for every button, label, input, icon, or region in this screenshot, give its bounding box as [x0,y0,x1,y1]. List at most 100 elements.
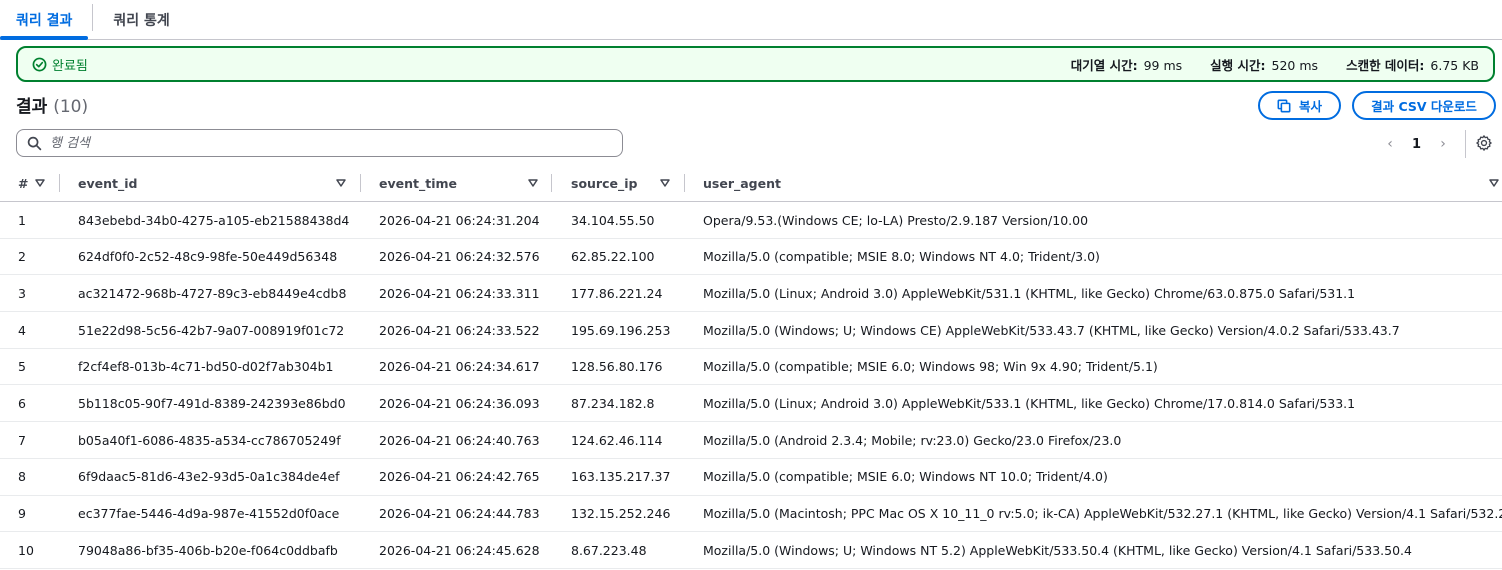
column-divider[interactable] [59,174,60,192]
event-time-cell: 2026-04-21 06:24:31.204 [379,212,540,228]
gear-icon[interactable] [1475,134,1493,152]
metric-label: 실행 시간: [1210,57,1266,73]
column-header-event-time[interactable]: event_time [379,164,457,202]
metric-value: 6.75 KB [1430,57,1479,73]
user-agent-cell: Mozilla/5.0 (Windows; U; Windows NT 5.2)… [703,542,1412,558]
user-agent-cell: Mozilla/5.0 (Linux; Android 3.0) AppleWe… [703,285,1356,301]
source-ip-cell: 8.67.223.48 [571,542,647,558]
row-number: 10 [18,542,34,558]
row-number: 6 [18,395,26,411]
event-id-cell: 624df0f0-2c52-48c9-98fe-50e449d56348 [78,249,338,265]
event-id-cell: b05a40f1-6086-4835-a534-cc786705249f [78,432,341,448]
event-time-cell: 2026-04-21 06:24:36.093 [379,395,540,411]
query-metrics: 대기열 시간: 99 ms 실행 시간: 520 ms 스캔한 데이터: 6.75 K… [1071,55,1479,74]
column-header-number[interactable]: # [18,164,28,202]
source-ip-cell: 128.56.80.176 [571,359,663,375]
status-banner: 완료됨 대기열 시간: 99 ms 실행 시간: 520 ms 스캔한 데이터: 6.… [16,46,1495,82]
run-time-metric: 실행 시간: 520 ms [1210,55,1318,74]
user-agent-cell: Mozilla/5.0 (compatible; MSIE 8.0; Windo… [703,249,1100,265]
user-agent-cell: Mozilla/5.0 (Windows; U; Windows CE) App… [703,322,1400,338]
source-ip-cell: 195.69.196.253 [571,322,671,338]
sort-down-icon[interactable] [528,178,538,188]
results-table: # event_id event_time source_ip user_age… [0,164,1502,569]
pager-divider [1465,130,1466,158]
table-row: 3 ac321472-968b-4727-89c3-eb8449e4cdb8 2… [0,275,1502,313]
event-time-cell: 2026-04-21 06:24:34.617 [379,359,540,375]
table-row: 6 5b118c05-90f7-491d-8389-242393e86bd0 2… [0,385,1502,423]
tab-query-stats[interactable]: 쿼리 통계 [97,0,185,39]
user-agent-cell: Mozilla/5.0 (Linux; Android 3.0) AppleWe… [703,395,1356,411]
source-ip-cell: 62.85.22.100 [571,249,655,265]
tab-query-results[interactable]: 쿼리 결과 [0,0,89,40]
tab-label: 쿼리 결과 [16,12,73,29]
event-id-cell: 5b118c05-90f7-491d-8389-242393e86bd0 [78,395,346,411]
event-id-cell: ec377fae-5446-4d9a-987e-41552d0f0ace [78,506,340,521]
event-id-cell: ac321472-968b-4727-89c3-eb8449e4cdb8 [78,285,347,301]
prev-page-icon[interactable]: ‹ [1384,136,1396,152]
column-divider[interactable] [360,174,361,192]
search-icon [27,136,42,150]
user-agent-cell: Mozilla/5.0 (Macintosh; PPC Mac OS X 10_… [703,506,1502,521]
user-agent-cell: Opera/9.53.(Windows CE; lo-LA) Presto/2.… [703,212,1089,228]
next-page-icon[interactable]: › [1437,136,1449,152]
results-title: 결과 [16,97,48,117]
sort-down-icon[interactable] [336,178,346,188]
pagination: ‹ 1 › [1384,132,1449,156]
source-ip-cell: 87.234.182.8 [571,395,655,411]
column-header-user-agent[interactable]: user_agent [703,164,781,202]
event-time-cell: 2026-04-21 06:24:33.311 [379,285,540,301]
table-row: 9 ec377fae-5446-4d9a-987e-41552d0f0ace 2… [0,496,1502,533]
copy-icon [1277,99,1291,112]
copy-label: 복사 [1298,99,1322,114]
copy-button[interactable]: 복사 [1258,91,1341,120]
sort-down-icon[interactable] [660,178,670,188]
row-number: 4 [18,322,26,338]
data-scanned-metric: 스캔한 데이터: 6.75 KB [1346,55,1479,74]
column-label: # [18,175,29,191]
metric-label: 스캔한 데이터: [1346,57,1425,73]
row-search[interactable] [16,129,623,157]
row-number: 3 [18,285,26,301]
download-csv-button[interactable]: 결과 CSV 다운로드 [1352,91,1496,120]
event-id-cell: 6f9daac5-81d6-43e2-93d5-0a1c384de4ef [78,469,340,485]
search-input[interactable] [50,135,610,151]
column-label: event_id [78,175,138,191]
source-ip-cell: 34.104.55.50 [571,212,655,228]
row-number: 5 [18,359,26,375]
table-row: 5 f2cf4ef8-013b-4c71-bd50-d02f7ab304b1 2… [0,349,1502,386]
event-time-cell: 2026-04-21 06:24:32.576 [379,249,540,265]
column-label: source_ip [571,175,638,191]
column-header-event-id[interactable]: event_id [78,164,137,202]
row-number: 1 [18,212,26,228]
event-id-cell: 79048a86-bf35-406b-b20e-f064c0ddbafb [78,542,338,558]
metric-value: 520 ms [1271,57,1319,73]
status-text: 완료됨 [52,58,88,74]
metric-label: 대기열 시간: [1070,57,1138,73]
table-row: 8 6f9daac5-81d6-43e2-93d5-0a1c384de4ef 2… [0,459,1502,496]
column-label: event_time [379,175,457,191]
row-number: 8 [18,469,26,485]
row-number: 9 [18,506,26,521]
status-indicator: 완료됨 [32,55,88,74]
download-csv-label: 결과 CSV 다운로드 [1371,99,1477,114]
table-row: 1 843ebebd-34b0-4275-a105-eb21588438d4 2… [0,202,1502,239]
queue-time-metric: 대기열 시간: 99 ms [1071,55,1182,74]
tab-divider [92,4,94,31]
event-id-cell: 51e22d98-5c56-42b7-9a07-008919f01c72 [78,322,345,338]
sort-down-icon[interactable] [1489,178,1499,188]
page-number[interactable]: 1 [1412,137,1421,152]
table-row: 4 51e22d98-5c56-42b7-9a07-008919f01c72 2… [0,312,1502,349]
event-time-cell: 2026-04-21 06:24:33.522 [379,322,540,338]
source-ip-cell: 124.62.46.114 [571,432,663,448]
results-heading: 결과 (10) [16,92,88,117]
sort-down-icon[interactable] [35,178,45,188]
event-time-cell: 2026-04-21 06:24:42.765 [379,469,540,485]
column-divider[interactable] [551,174,552,192]
event-id-cell: f2cf4ef8-013b-4c71-bd50-d02f7ab304b1 [78,359,334,375]
results-tabs: 쿼리 결과 쿼리 통계 [0,0,1502,40]
tab-label: 쿼리 통계 [113,12,170,29]
row-number: 7 [18,432,26,448]
column-divider[interactable] [684,174,685,192]
table-row: 7 b05a40f1-6086-4835-a534-cc786705249f 2… [0,422,1502,459]
column-header-source-ip[interactable]: source_ip [571,164,637,202]
